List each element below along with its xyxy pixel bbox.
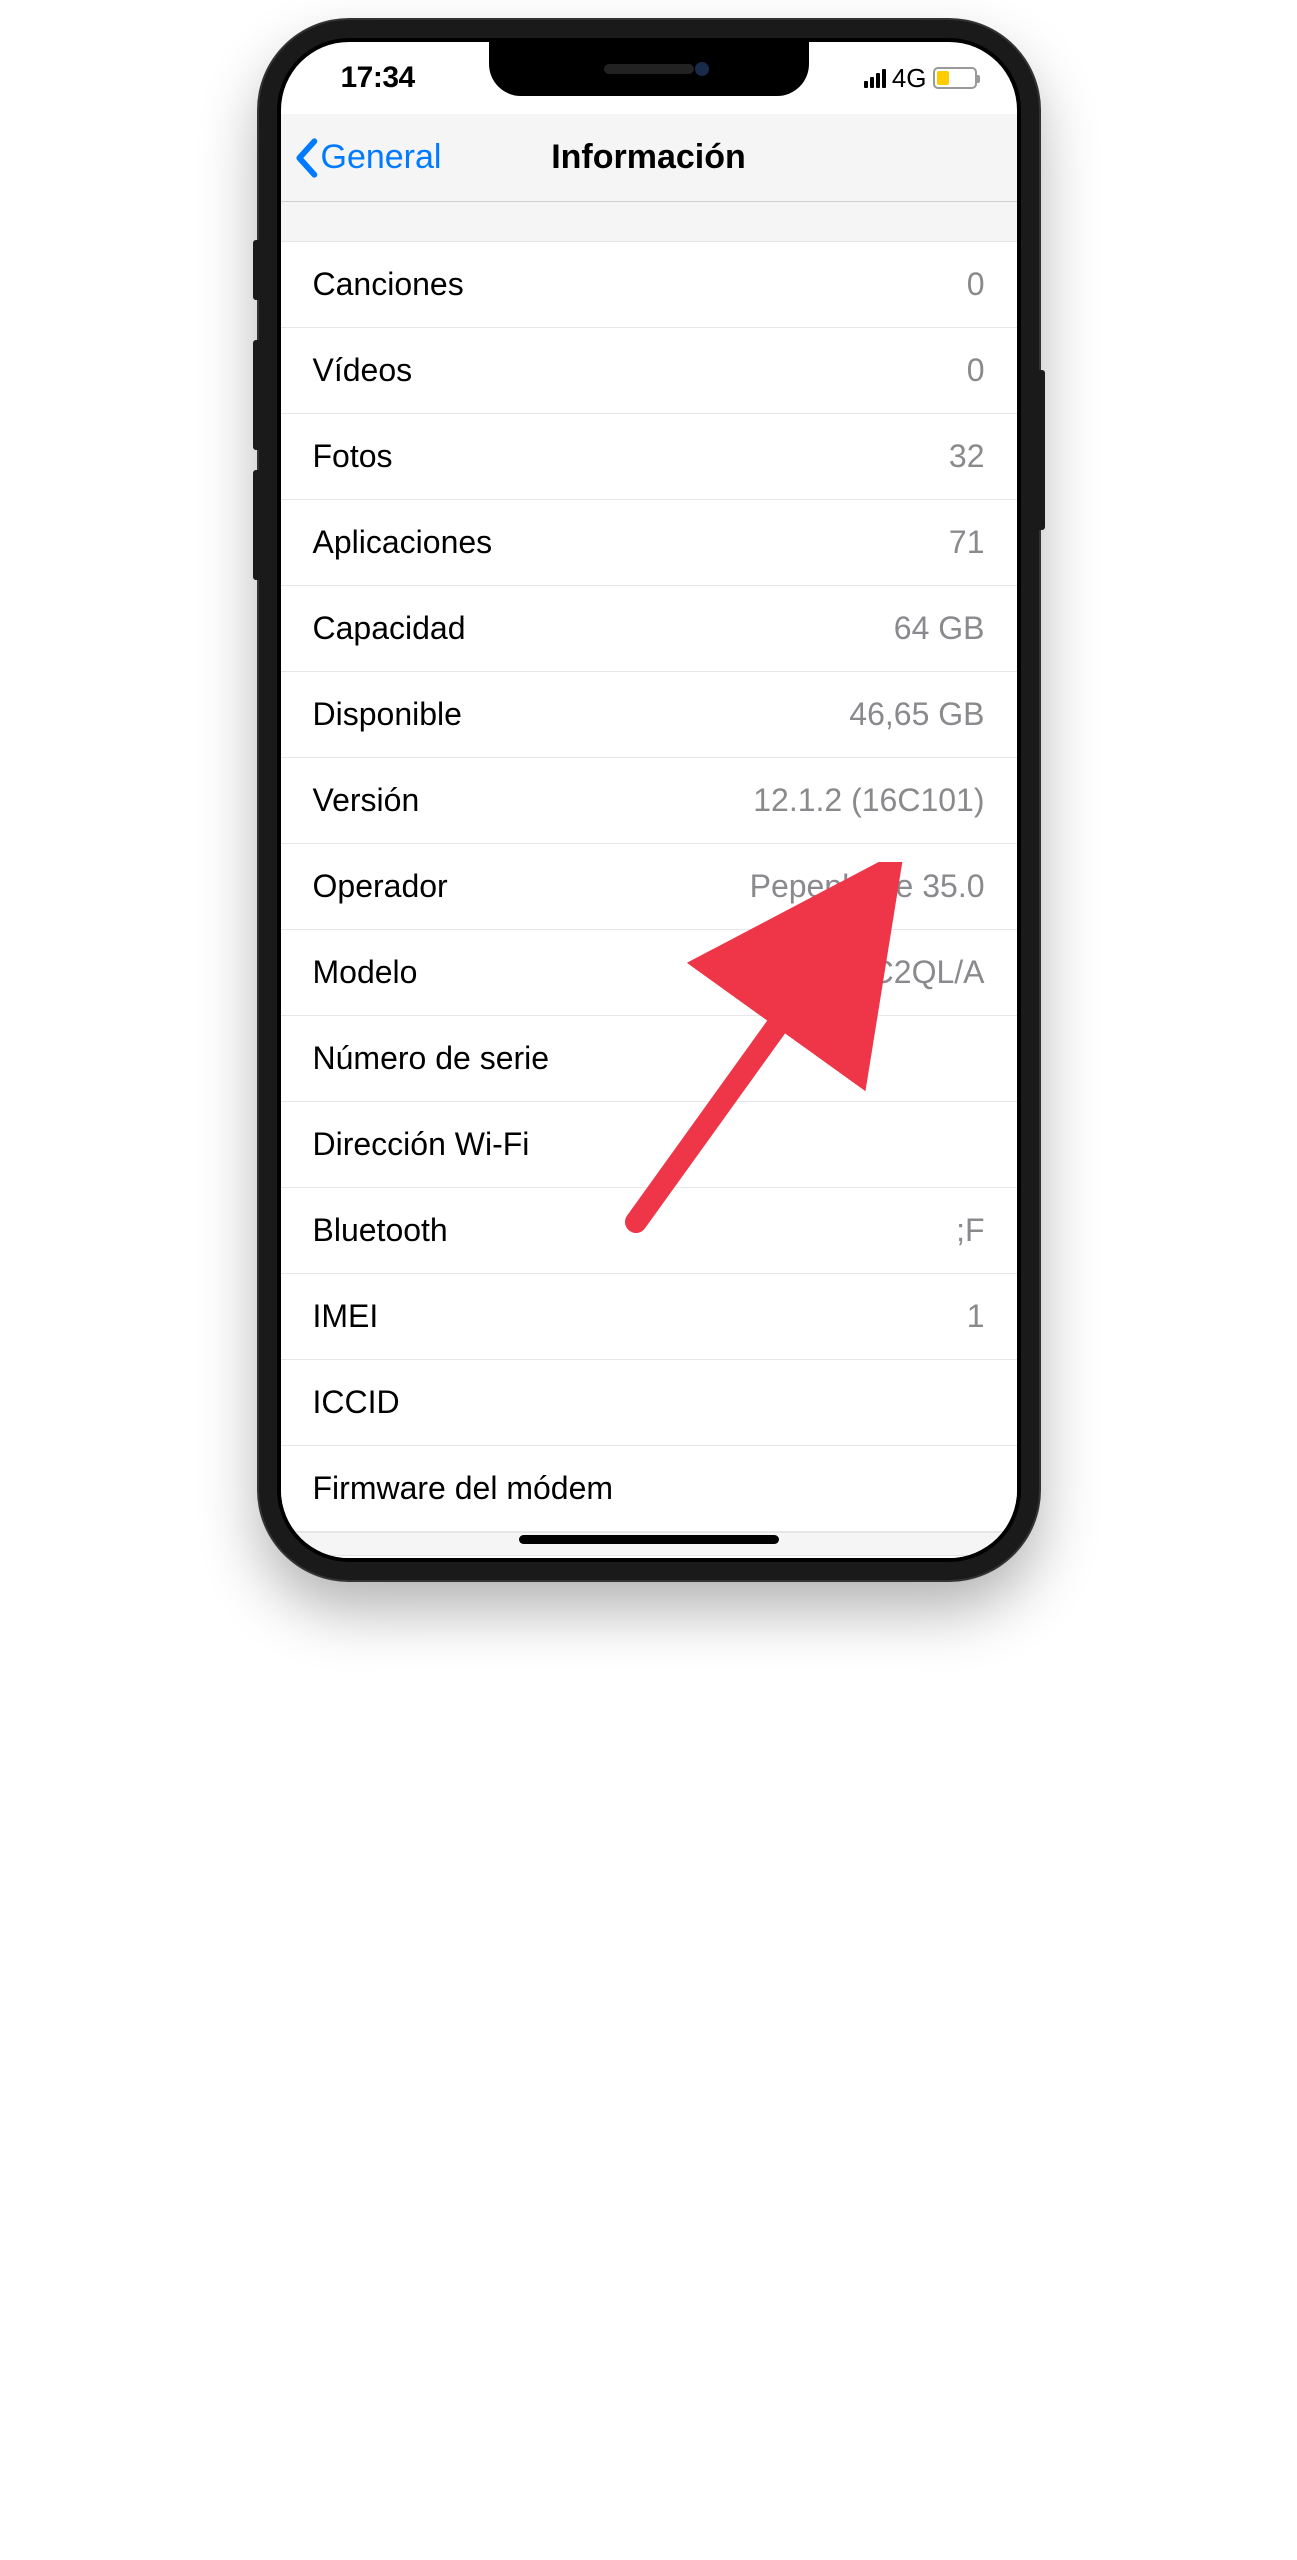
- row-label: ICCID: [313, 1384, 400, 1421]
- row-apps[interactable]: Aplicaciones 71: [281, 500, 1017, 586]
- row-value: MQAC2QL/A: [798, 954, 985, 991]
- row-value: 1: [967, 1298, 985, 1335]
- back-label: General: [321, 138, 442, 177]
- row-carrier[interactable]: Operador Pepephone 35.0: [281, 844, 1017, 930]
- navigation-bar: General Información: [281, 114, 1017, 202]
- home-indicator[interactable]: [519, 1535, 779, 1544]
- row-photos[interactable]: Fotos 32: [281, 414, 1017, 500]
- row-imei[interactable]: IMEI 1: [281, 1274, 1017, 1360]
- chevron-left-icon: [293, 138, 319, 178]
- battery-icon: [933, 67, 977, 89]
- row-label: Canciones: [313, 266, 464, 303]
- row-bluetooth[interactable]: Bluetooth ;F: [281, 1188, 1017, 1274]
- row-value: 0: [967, 266, 985, 303]
- row-firmware[interactable]: Firmware del módem: [281, 1446, 1017, 1532]
- screen: 17:34 4G General Información: [281, 42, 1017, 1558]
- row-label: Dirección Wi-Fi: [313, 1126, 530, 1163]
- row-version[interactable]: Versión 12.1.2 (16C101): [281, 758, 1017, 844]
- row-label: Número de serie: [313, 1040, 550, 1077]
- row-value: 32: [949, 438, 985, 475]
- row-model[interactable]: Modelo MQAC2QL/A: [281, 930, 1017, 1016]
- row-label: Fotos: [313, 438, 393, 475]
- row-value: 0: [967, 352, 985, 389]
- row-label: IMEI: [313, 1298, 379, 1335]
- content-scroll[interactable]: Canciones 0 Vídeos 0 Fotos 32 Aplicacion…: [281, 202, 1017, 1558]
- row-label: Modelo: [313, 954, 418, 991]
- row-value: 12.1.2 (16C101): [753, 782, 984, 819]
- row-capacity[interactable]: Capacidad 64 GB: [281, 586, 1017, 672]
- phone-device-frame: 17:34 4G General Información: [259, 20, 1039, 1580]
- row-value: 71: [949, 524, 985, 561]
- row-label: Bluetooth: [313, 1212, 448, 1249]
- row-label: Firmware del módem: [313, 1470, 614, 1507]
- row-available[interactable]: Disponible 46,65 GB: [281, 672, 1017, 758]
- row-value: Pepephone 35.0: [750, 868, 985, 905]
- row-label: Operador: [313, 868, 448, 905]
- row-songs[interactable]: Canciones 0: [281, 242, 1017, 328]
- row-value: 46,65 GB: [849, 696, 984, 733]
- row-seid[interactable]: SEID: [281, 1556, 1017, 1558]
- signal-icon: [864, 68, 886, 88]
- row-label: Disponible: [313, 696, 462, 733]
- row-label: Vídeos: [313, 352, 413, 389]
- row-label: Aplicaciones: [313, 524, 493, 561]
- back-button[interactable]: General: [293, 138, 442, 178]
- row-value: ;F: [956, 1212, 984, 1249]
- row-label: Versión: [313, 782, 420, 819]
- section-gap: [281, 202, 1017, 242]
- row-label: Capacidad: [313, 610, 466, 647]
- notch: [489, 42, 809, 96]
- row-serial[interactable]: Número de serie: [281, 1016, 1017, 1102]
- network-label: 4G: [892, 63, 927, 94]
- row-videos[interactable]: Vídeos 0: [281, 328, 1017, 414]
- row-value: 64 GB: [894, 610, 985, 647]
- row-iccid[interactable]: ICCID: [281, 1360, 1017, 1446]
- row-wifi[interactable]: Dirección Wi-Fi: [281, 1102, 1017, 1188]
- status-time: 17:34: [321, 61, 415, 95]
